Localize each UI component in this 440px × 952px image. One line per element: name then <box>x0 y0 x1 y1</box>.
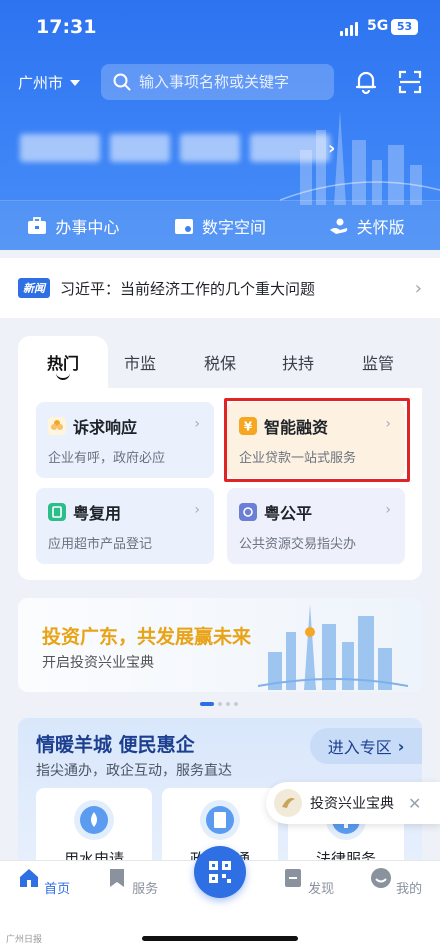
news-tag: 新闻 <box>18 278 50 298</box>
search-input[interactable] <box>139 73 324 91</box>
home-icon <box>19 869 38 887</box>
tab-supervision[interactable]: 监管 <box>362 350 394 374</box>
service-subtitle: 公共资源交易指尖办 <box>239 537 357 552</box>
invest-guangdong-banner[interactable]: 投资广东，共发展赢未来 开启投资兴业宝典 <box>18 598 422 692</box>
search-icon <box>113 73 131 91</box>
status-time: 17:31 <box>36 16 97 38</box>
signal-icon <box>340 22 358 36</box>
quicknav-digital-space[interactable]: 数字空间 <box>147 214 294 238</box>
bookmark-icon <box>109 869 124 887</box>
banner-title: 投资广东，共发展赢未来 <box>42 626 252 648</box>
carousel-indicator <box>200 702 238 706</box>
reuse-icon <box>48 503 66 521</box>
scan-icon[interactable] <box>396 68 424 96</box>
city-skyline-illustration <box>280 110 440 205</box>
status-bar: 17:31 5G 53 <box>0 0 440 50</box>
chevron-right-icon: › <box>414 277 422 299</box>
floating-invest-guide[interactable]: 投资兴业宝典 ✕ <box>266 782 440 824</box>
nav-discover[interactable]: 发现 <box>278 867 338 897</box>
network-type: 5G <box>367 18 389 34</box>
chevron-right-icon: › <box>385 502 391 518</box>
quicknav-label: 办事中心 <box>55 217 120 237</box>
water-drop-icon <box>74 800 114 840</box>
quicknav-service-center[interactable]: 办事中心 <box>0 214 147 238</box>
chevron-right-icon: › <box>194 502 200 518</box>
bell-icon[interactable] <box>352 68 380 96</box>
nav-label: 首页 <box>44 882 71 897</box>
document-icon <box>200 800 240 840</box>
tab-market[interactable]: 市监 <box>124 350 156 374</box>
flower-icon <box>48 417 66 435</box>
highlight-box <box>224 398 410 482</box>
tab-support[interactable]: 扶持 <box>282 350 314 374</box>
guide-label: 投资兴业宝典 <box>310 796 394 812</box>
nav-service[interactable]: 服务 <box>102 867 162 897</box>
section-title: 情暖羊城 便民惠企 <box>36 734 195 756</box>
service-title: 粤复用 <box>73 504 122 523</box>
news-headline: 习近平：当前经济工作的几个重大问题 <box>60 279 316 298</box>
care-hand-icon <box>329 218 347 234</box>
nav-profile[interactable]: 我的 <box>366 867 426 897</box>
quicknav-care-mode[interactable]: 关怀版 <box>293 214 440 238</box>
quicknav-label: 关怀版 <box>356 217 405 237</box>
city-skyline-illustration <box>258 604 408 690</box>
service-title: 诉求响应 <box>73 418 138 437</box>
smile-underline-icon <box>56 373 70 380</box>
profile-icon <box>370 868 391 888</box>
quick-nav: 办事中心 数字空间 关怀版 <box>0 200 440 250</box>
service-yue-fair[interactable]: 粤公平 公共资源交易指尖办 › <box>227 488 405 564</box>
service-appeal-response[interactable]: 诉求响应 企业有呼，政府必应 › <box>36 402 214 478</box>
nav-home[interactable]: 首页 <box>14 867 74 897</box>
qr-code-icon <box>209 861 231 883</box>
chevron-right-icon: › <box>397 736 405 756</box>
enter-zone-button[interactable]: 进入专区 › <box>310 728 422 764</box>
close-icon[interactable]: ✕ <box>408 794 421 813</box>
nav-label: 我的 <box>396 882 423 897</box>
quicknav-label: 数字空间 <box>202 217 267 237</box>
nav-label: 发现 <box>308 882 335 897</box>
caret-down-icon <box>70 79 81 86</box>
section-subtitle: 指尖通办，政企互动，服务直达 <box>36 763 232 779</box>
fair-icon <box>239 503 257 521</box>
tab-label: 热门 <box>46 354 79 373</box>
search-bar[interactable] <box>101 64 334 100</box>
folder-icon <box>175 218 193 234</box>
city-selector[interactable]: 广州市 <box>18 72 81 93</box>
battery-icon: 53 <box>391 19 418 35</box>
chevron-right-icon: › <box>194 416 200 432</box>
service-yue-reuse[interactable]: 粤复用 应用超市产品登记 › <box>36 488 214 564</box>
banner-subtitle: 开启投资兴业宝典 <box>42 655 154 671</box>
city-label: 广州市 <box>18 74 64 92</box>
qr-scan-button[interactable] <box>194 846 246 898</box>
discover-icon <box>284 869 301 887</box>
news-ticker[interactable]: 新闻 习近平：当前经济工作的几个重大问题 › <box>0 258 440 318</box>
watermark: 广州日报 <box>6 935 43 945</box>
tab-hot[interactable]: 热门 <box>18 336 108 392</box>
nav-label: 服务 <box>132 882 159 897</box>
briefcase-icon <box>28 216 47 234</box>
service-subtitle: 应用超市产品登记 <box>48 537 153 552</box>
guide-logo-icon <box>274 789 302 817</box>
category-tabs: 热门 市监 税保 扶持 监管 <box>18 336 422 392</box>
app-header: 17:31 5G 53 广州市 › <box>0 0 440 250</box>
service-title: 粤公平 <box>264 504 313 523</box>
tab-tax[interactable]: 税保 <box>204 350 236 374</box>
service-subtitle: 企业有呼，政府必应 <box>48 451 166 466</box>
enter-label: 进入专区 <box>327 738 392 757</box>
home-indicator <box>142 936 298 941</box>
